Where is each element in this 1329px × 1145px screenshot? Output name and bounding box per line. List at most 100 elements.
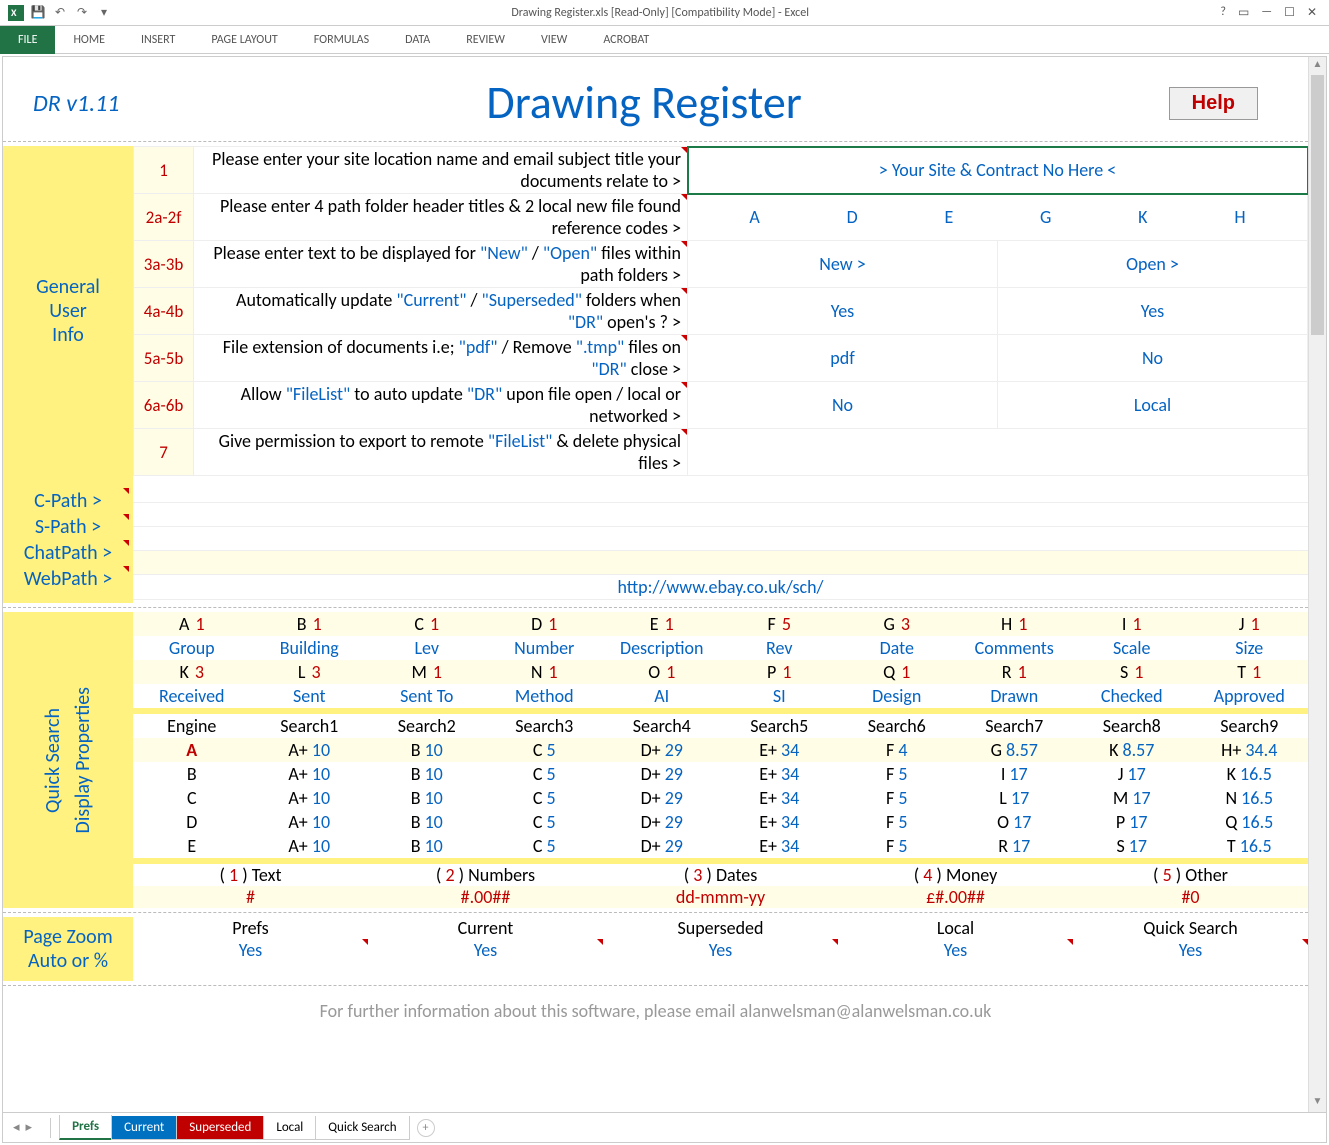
engine-cell[interactable]: Q 16.5 — [1191, 810, 1309, 834]
engine-cell[interactable]: F 4 — [838, 738, 956, 762]
engine-cell[interactable]: B 10 — [368, 810, 486, 834]
tab-review[interactable]: REVIEW — [448, 27, 523, 53]
engine-cell[interactable]: R 17 — [956, 834, 1074, 858]
engine-cell[interactable]: K 16.5 — [1191, 762, 1309, 786]
engine-cell[interactable]: D+ 29 — [603, 762, 721, 786]
value-cell[interactable]: Open > — [998, 241, 1308, 288]
close-icon[interactable]: ✕ — [1307, 5, 1317, 20]
engine-cell[interactable]: C 5 — [486, 738, 604, 762]
format-value[interactable]: £#.00## — [838, 886, 1073, 908]
maximize-icon[interactable]: ☐ — [1284, 5, 1295, 20]
sheet-tab-prefs[interactable]: Prefs — [59, 1115, 112, 1140]
tab-view[interactable]: VIEW — [523, 27, 585, 53]
engine-cell[interactable]: D+ 29 — [603, 738, 721, 762]
engine-cell[interactable]: T 16.5 — [1191, 834, 1309, 858]
engine-cell[interactable]: A+ 10 — [251, 810, 369, 834]
value-cell[interactable]: New > — [688, 241, 998, 288]
save-icon[interactable]: 💾 — [30, 5, 46, 21]
tab-home[interactable]: HOME — [55, 27, 123, 53]
value-cell[interactable]: Local — [998, 382, 1308, 429]
engine-cell[interactable]: B 10 — [368, 762, 486, 786]
engine-cell[interactable]: L 17 — [956, 786, 1074, 810]
format-value[interactable]: # — [133, 886, 368, 908]
engine-cell[interactable]: M 17 — [1073, 786, 1191, 810]
zoom-value[interactable]: Yes — [368, 939, 603, 961]
engine-cell[interactable]: E+ 34 — [721, 786, 839, 810]
engine-cell[interactable]: B 10 — [368, 834, 486, 858]
value-cell[interactable]: pdf — [688, 335, 998, 382]
engine-cell[interactable]: E+ 34 — [721, 762, 839, 786]
file-tab[interactable]: FILE — [0, 26, 55, 54]
engine-cell[interactable]: A+ 10 — [251, 738, 369, 762]
engine-cell[interactable]: F 5 — [838, 762, 956, 786]
sheet-tab-current[interactable]: Current — [111, 1116, 177, 1140]
sheet-tab-quick-search[interactable]: Quick Search — [315, 1116, 409, 1140]
engine-cell[interactable]: B 10 — [368, 786, 486, 810]
engine-cell[interactable]: F 5 — [838, 810, 956, 834]
engine-cell[interactable]: A+ 10 — [251, 834, 369, 858]
engine-cell[interactable]: G 8.57 — [956, 738, 1074, 762]
engine-cell[interactable]: H+ 34.4 — [1191, 738, 1309, 762]
engine-cell[interactable]: E+ 34 — [721, 834, 839, 858]
webpath-cell[interactable]: http://www.ebay.co.uk/sch/ — [133, 575, 1308, 600]
value-cell[interactable] — [688, 429, 1308, 476]
engine-cell[interactable]: P 17 — [1073, 810, 1191, 834]
site-name-cell[interactable]: > Your Site & Contract No Here < — [688, 147, 1308, 194]
engine-cell[interactable]: C 5 — [486, 810, 604, 834]
tab-data[interactable]: DATA — [387, 27, 448, 53]
value-cell[interactable]: No — [688, 382, 998, 429]
engine-cell[interactable]: C 5 — [486, 762, 604, 786]
engine-cell[interactable]: A+ 10 — [251, 762, 369, 786]
prop-col: O 1 — [603, 660, 721, 684]
value-cell[interactable]: Yes — [688, 288, 998, 335]
value-cell[interactable]: No — [998, 335, 1308, 382]
zoom-value[interactable]: Yes — [133, 939, 368, 961]
tab-nav-last-icon[interactable]: ▸ — [26, 1120, 33, 1135]
chatpath-cell[interactable] — [133, 527, 1308, 551]
engine-cell[interactable]: F 5 — [838, 834, 956, 858]
sheet-tab-superseded[interactable]: Superseded — [176, 1116, 264, 1140]
engine-cell[interactable]: J 17 — [1073, 762, 1191, 786]
engine-cell[interactable]: K 8.57 — [1073, 738, 1191, 762]
engine-cell[interactable]: F 5 — [838, 786, 956, 810]
zoom-value[interactable]: Yes — [1073, 939, 1308, 961]
format-value[interactable]: #0 — [1073, 886, 1308, 908]
engine-cell[interactable]: A+ 10 — [251, 786, 369, 810]
help-icon[interactable]: ? — [1220, 5, 1226, 20]
format-value[interactable]: #.00## — [368, 886, 603, 908]
engine-cell[interactable]: N 16.5 — [1191, 786, 1309, 810]
redo-icon[interactable]: ↷ — [74, 5, 90, 21]
minimize-icon[interactable]: — — [1261, 5, 1272, 20]
engine-cell[interactable]: D+ 29 — [603, 810, 721, 834]
format-value[interactable]: dd-mmm-yy — [603, 886, 838, 908]
header-codes[interactable]: A D E G K H — [688, 194, 1308, 241]
undo-icon[interactable]: ↶ — [52, 5, 68, 21]
zoom-value[interactable]: Yes — [838, 939, 1073, 961]
engine-cell[interactable]: B 10 — [368, 738, 486, 762]
tab-formulas[interactable]: FORMULAS — [296, 27, 387, 53]
value-cell[interactable]: Yes — [998, 288, 1308, 335]
help-button[interactable]: Help — [1169, 87, 1258, 120]
vertical-scrollbar[interactable]: ▲ ▼ — [1308, 57, 1326, 1112]
tab-page-layout[interactable]: PAGE LAYOUT — [193, 27, 295, 53]
engine-cell[interactable]: C 5 — [486, 786, 604, 810]
engine-cell[interactable]: E+ 34 — [721, 810, 839, 834]
add-sheet-icon[interactable]: + — [417, 1119, 435, 1137]
engine-cell[interactable]: D+ 29 — [603, 786, 721, 810]
engine-cell[interactable]: E+ 34 — [721, 738, 839, 762]
engine-cell[interactable]: S 17 — [1073, 834, 1191, 858]
prop-col: C 1 — [368, 612, 486, 636]
zoom-value[interactable]: Yes — [603, 939, 838, 961]
tab-acrobat[interactable]: ACROBAT — [585, 27, 667, 53]
spath-cell[interactable] — [133, 503, 1308, 527]
tab-insert[interactable]: INSERT — [123, 27, 193, 53]
sheet-tab-local[interactable]: Local — [263, 1116, 316, 1140]
ribbon-options-icon[interactable]: ▭ — [1238, 5, 1249, 20]
tab-nav-first-icon[interactable]: ◂ — [13, 1120, 20, 1135]
engine-cell[interactable]: C 5 — [486, 834, 604, 858]
engine-cell[interactable]: O 17 — [956, 810, 1074, 834]
cpath-cell[interactable] — [133, 479, 1308, 503]
engine-cell[interactable]: I 17 — [956, 762, 1074, 786]
qat-dropdown-icon[interactable]: ▾ — [96, 5, 112, 21]
engine-cell[interactable]: D+ 29 — [603, 834, 721, 858]
